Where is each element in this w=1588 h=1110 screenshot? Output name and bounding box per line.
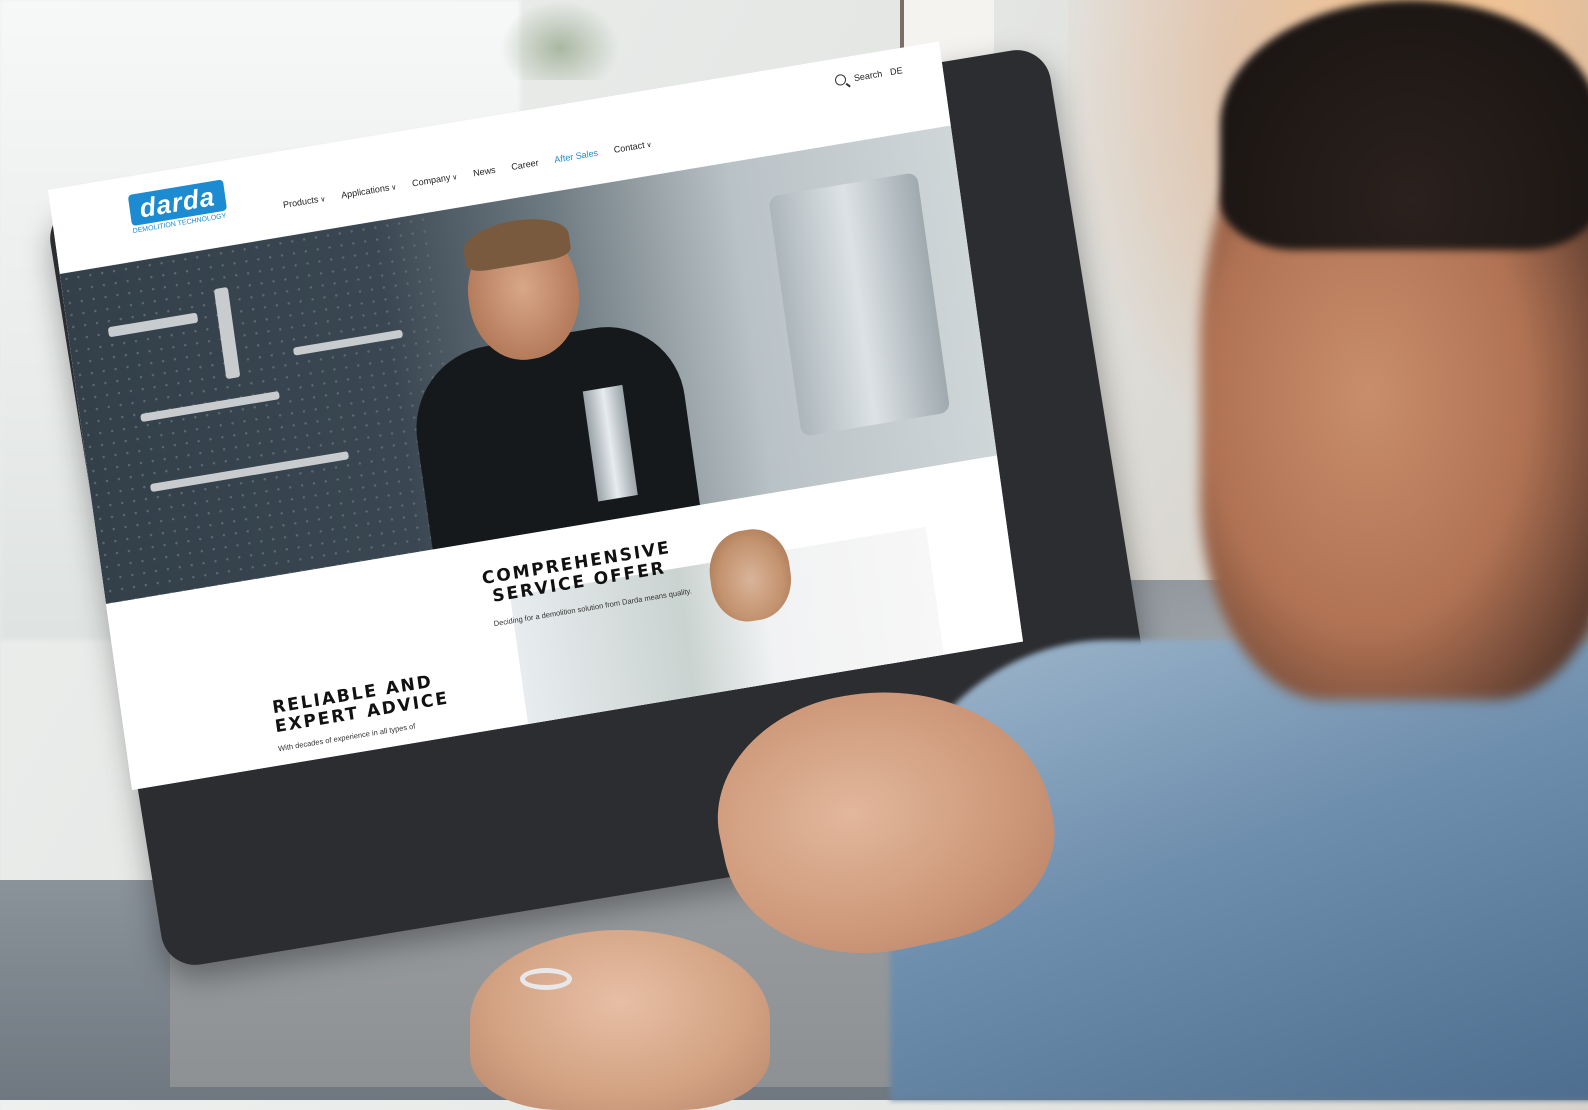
ring — [520, 968, 572, 990]
nav-item-label: Career — [510, 157, 540, 173]
nav-item[interactable]: Company∨ — [411, 171, 459, 189]
nav-item[interactable]: Career — [511, 157, 540, 172]
chevron-down-icon: ∨ — [319, 196, 327, 204]
nav-item-label: Contact — [613, 139, 646, 155]
chevron-down-icon: ∨ — [451, 174, 459, 182]
nav-item[interactable]: After Sales — [554, 148, 599, 165]
machine — [768, 172, 951, 437]
search-link[interactable]: Search — [853, 68, 883, 83]
chevron-down-icon: ∨ — [646, 141, 653, 150]
nav-item-label: Applications — [340, 182, 390, 201]
nav-item-label: After Sales — [553, 147, 599, 165]
nav-item[interactable]: Contact∨ — [613, 139, 652, 155]
search-icon[interactable] — [834, 73, 847, 87]
tool-board — [59, 212, 473, 604]
chevron-down-icon: ∨ — [390, 184, 397, 193]
nav-item-label: Products — [282, 194, 319, 211]
nav-item[interactable]: News — [472, 165, 496, 179]
nav-item[interactable]: Products∨ — [282, 193, 326, 210]
nav-item-label: Company — [411, 172, 451, 189]
background-plant — [500, 0, 620, 80]
nav-item[interactable]: Applications∨ — [340, 181, 396, 200]
person-hair — [1220, 0, 1588, 250]
header-tools: Search DE — [834, 64, 903, 87]
language-switch[interactable]: DE — [889, 65, 903, 77]
left-hand — [470, 930, 770, 1110]
nav-item-label: News — [472, 164, 497, 179]
darda-logo[interactable]: darda DEMOLITION TECHNOLOGY — [127, 179, 228, 235]
